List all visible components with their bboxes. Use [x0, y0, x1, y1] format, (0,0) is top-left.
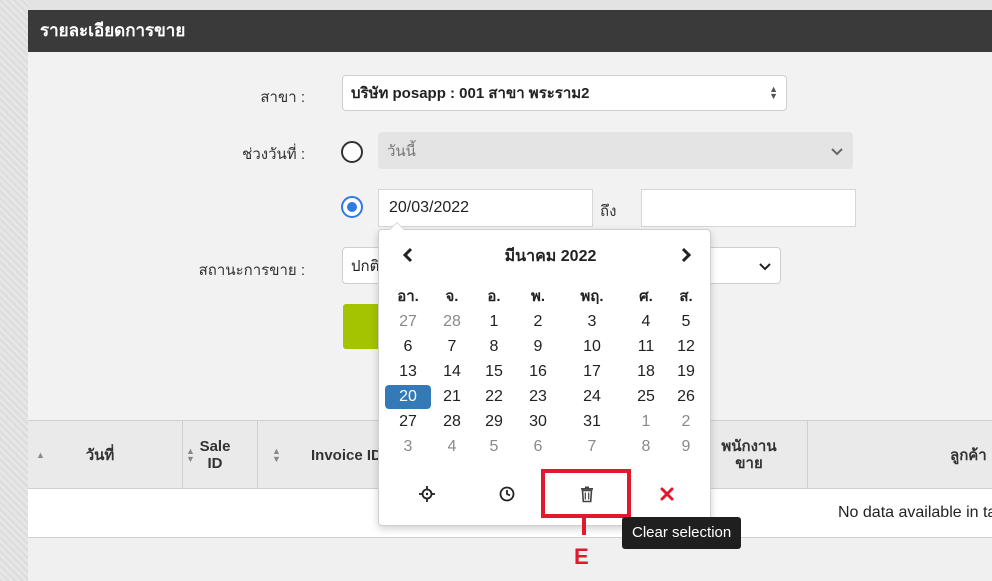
calendar-day[interactable]: 8: [471, 335, 517, 359]
calendar-day[interactable]: 6: [515, 435, 561, 459]
calendar-day[interactable]: 3: [569, 310, 615, 334]
page-title: รายละเอียดการขาย: [28, 10, 992, 52]
chevron-down-icon: [831, 147, 843, 155]
calendar-day[interactable]: 28: [429, 410, 475, 434]
calendar-day[interactable]: 12: [663, 335, 709, 359]
column-header-sale-id-line2: ID: [207, 455, 223, 472]
sort-both-icon[interactable]: ▲ ▼: [186, 447, 195, 464]
sort-both-icon[interactable]: ▲ ▼: [272, 447, 281, 464]
calendar-day[interactable]: 9: [515, 335, 561, 359]
weekday-header: อ.: [487, 288, 501, 305]
status-label: สถานะการขาย :: [198, 262, 305, 279]
status-select-value: ปกติ: [351, 257, 380, 275]
calendar-day[interactable]: 2: [515, 310, 561, 334]
calendar-day[interactable]: 5: [663, 310, 709, 334]
calendar-day[interactable]: 28: [429, 310, 475, 334]
weekday-header: ส.: [679, 288, 693, 305]
page-background-strip: [0, 0, 28, 581]
calendar-day[interactable]: 1: [471, 310, 517, 334]
chevron-down-icon: [759, 262, 771, 270]
calendar-day[interactable]: 26: [663, 385, 709, 409]
branch-select[interactable]: บริษัท posapp : 001 สาขา พระราม2 ▲ ▼: [342, 75, 787, 111]
calendar-day[interactable]: 10: [569, 335, 615, 359]
calendar-day[interactable]: 3: [385, 435, 431, 459]
date-to-input[interactable]: [641, 189, 856, 227]
column-divider: [182, 421, 183, 488]
column-header-employee-line1: พนักงาน: [721, 438, 777, 455]
column-header-sale-id-line1: Sale: [199, 438, 231, 455]
weekday-header: พฤ.: [580, 288, 604, 305]
calendar-day[interactable]: 31: [569, 410, 615, 434]
select-updown-icon: ▲ ▼: [769, 84, 778, 101]
branch-select-value: บริษัท posapp : 001 สาขา พระราม2: [351, 85, 590, 102]
calendar-day[interactable]: 29: [471, 410, 517, 434]
calendar-day[interactable]: 22: [471, 385, 517, 409]
branch-label: สาขา :: [260, 89, 305, 106]
calendar-day[interactable]: 13: [385, 360, 431, 384]
preset-range-select[interactable]: วันนี้: [378, 132, 853, 169]
calendar-day[interactable]: 5: [471, 435, 517, 459]
calendar-day[interactable]: 2: [663, 410, 709, 434]
annotation-label: E: [574, 544, 589, 569]
tooltip: Clear selection: [622, 517, 742, 549]
empty-table-message: No data available in table: [838, 504, 992, 521]
daterange-label: ช่วงวันที่ :: [242, 146, 305, 163]
chevron-left-icon[interactable]: [398, 245, 418, 265]
weekday-header: พ.: [530, 288, 546, 305]
close-picker-button[interactable]: [637, 473, 697, 515]
calendar-day[interactable]: 24: [569, 385, 615, 409]
calendar-day[interactable]: 16: [515, 360, 561, 384]
annotation-connector: [582, 518, 586, 535]
sort-asc-icon[interactable]: ▲: [36, 451, 45, 460]
calendar-day[interactable]: 27: [385, 310, 431, 334]
date-from-value: 20/03/2022: [389, 199, 470, 216]
calendar-day[interactable]: 9: [663, 435, 709, 459]
to-label: ถึง: [600, 203, 617, 220]
calendar-day[interactable]: 15: [471, 360, 517, 384]
weekday-header: จ.: [445, 288, 459, 305]
today-button[interactable]: [397, 473, 457, 515]
weekday-header: อา.: [397, 288, 419, 305]
calendar-day[interactable]: 27: [385, 410, 431, 434]
datepicker-month-title[interactable]: มีนาคม 2022: [479, 244, 622, 269]
radio-custom-range[interactable]: [341, 196, 363, 218]
weekday-header: ศ.: [639, 288, 653, 305]
calendar-day[interactable]: 4: [429, 435, 475, 459]
column-divider: [257, 421, 258, 488]
date-from-input[interactable]: 20/03/2022: [378, 189, 593, 227]
calendar-day[interactable]: 21: [429, 385, 475, 409]
column-header-date[interactable]: วันที่: [70, 447, 130, 464]
calendar-day[interactable]: 17: [569, 360, 615, 384]
crosshairs-icon: [419, 486, 435, 502]
search-button[interactable]: [343, 304, 383, 349]
calendar-day[interactable]: 6: [385, 335, 431, 359]
calendar-day[interactable]: 30: [515, 410, 561, 434]
chevron-right-icon[interactable]: [676, 245, 696, 265]
calendar-day[interactable]: 7: [569, 435, 615, 459]
radio-preset-range[interactable]: [341, 141, 363, 163]
table-footer: [28, 538, 992, 581]
close-icon: [660, 487, 674, 501]
annotation-highlight-box: [541, 469, 631, 518]
calendar-day[interactable]: 23: [515, 385, 561, 409]
column-divider: [807, 421, 808, 488]
clock-icon: [499, 486, 515, 502]
time-picker-button[interactable]: [477, 473, 537, 515]
calendar-day[interactable]: 7: [429, 335, 475, 359]
column-header-customer[interactable]: ลูกค้า: [950, 447, 992, 464]
calendar-day[interactable]: 19: [663, 360, 709, 384]
column-header-sale-id[interactable]: Sale ID: [196, 438, 234, 472]
column-header-employee[interactable]: พนักงาน ขาย: [714, 438, 784, 472]
calendar-day-selected[interactable]: 20: [385, 385, 431, 409]
preset-range-value: วันนี้: [387, 142, 416, 160]
calendar-day[interactable]: 14: [429, 360, 475, 384]
column-header-employee-line2: ขาย: [735, 455, 763, 472]
